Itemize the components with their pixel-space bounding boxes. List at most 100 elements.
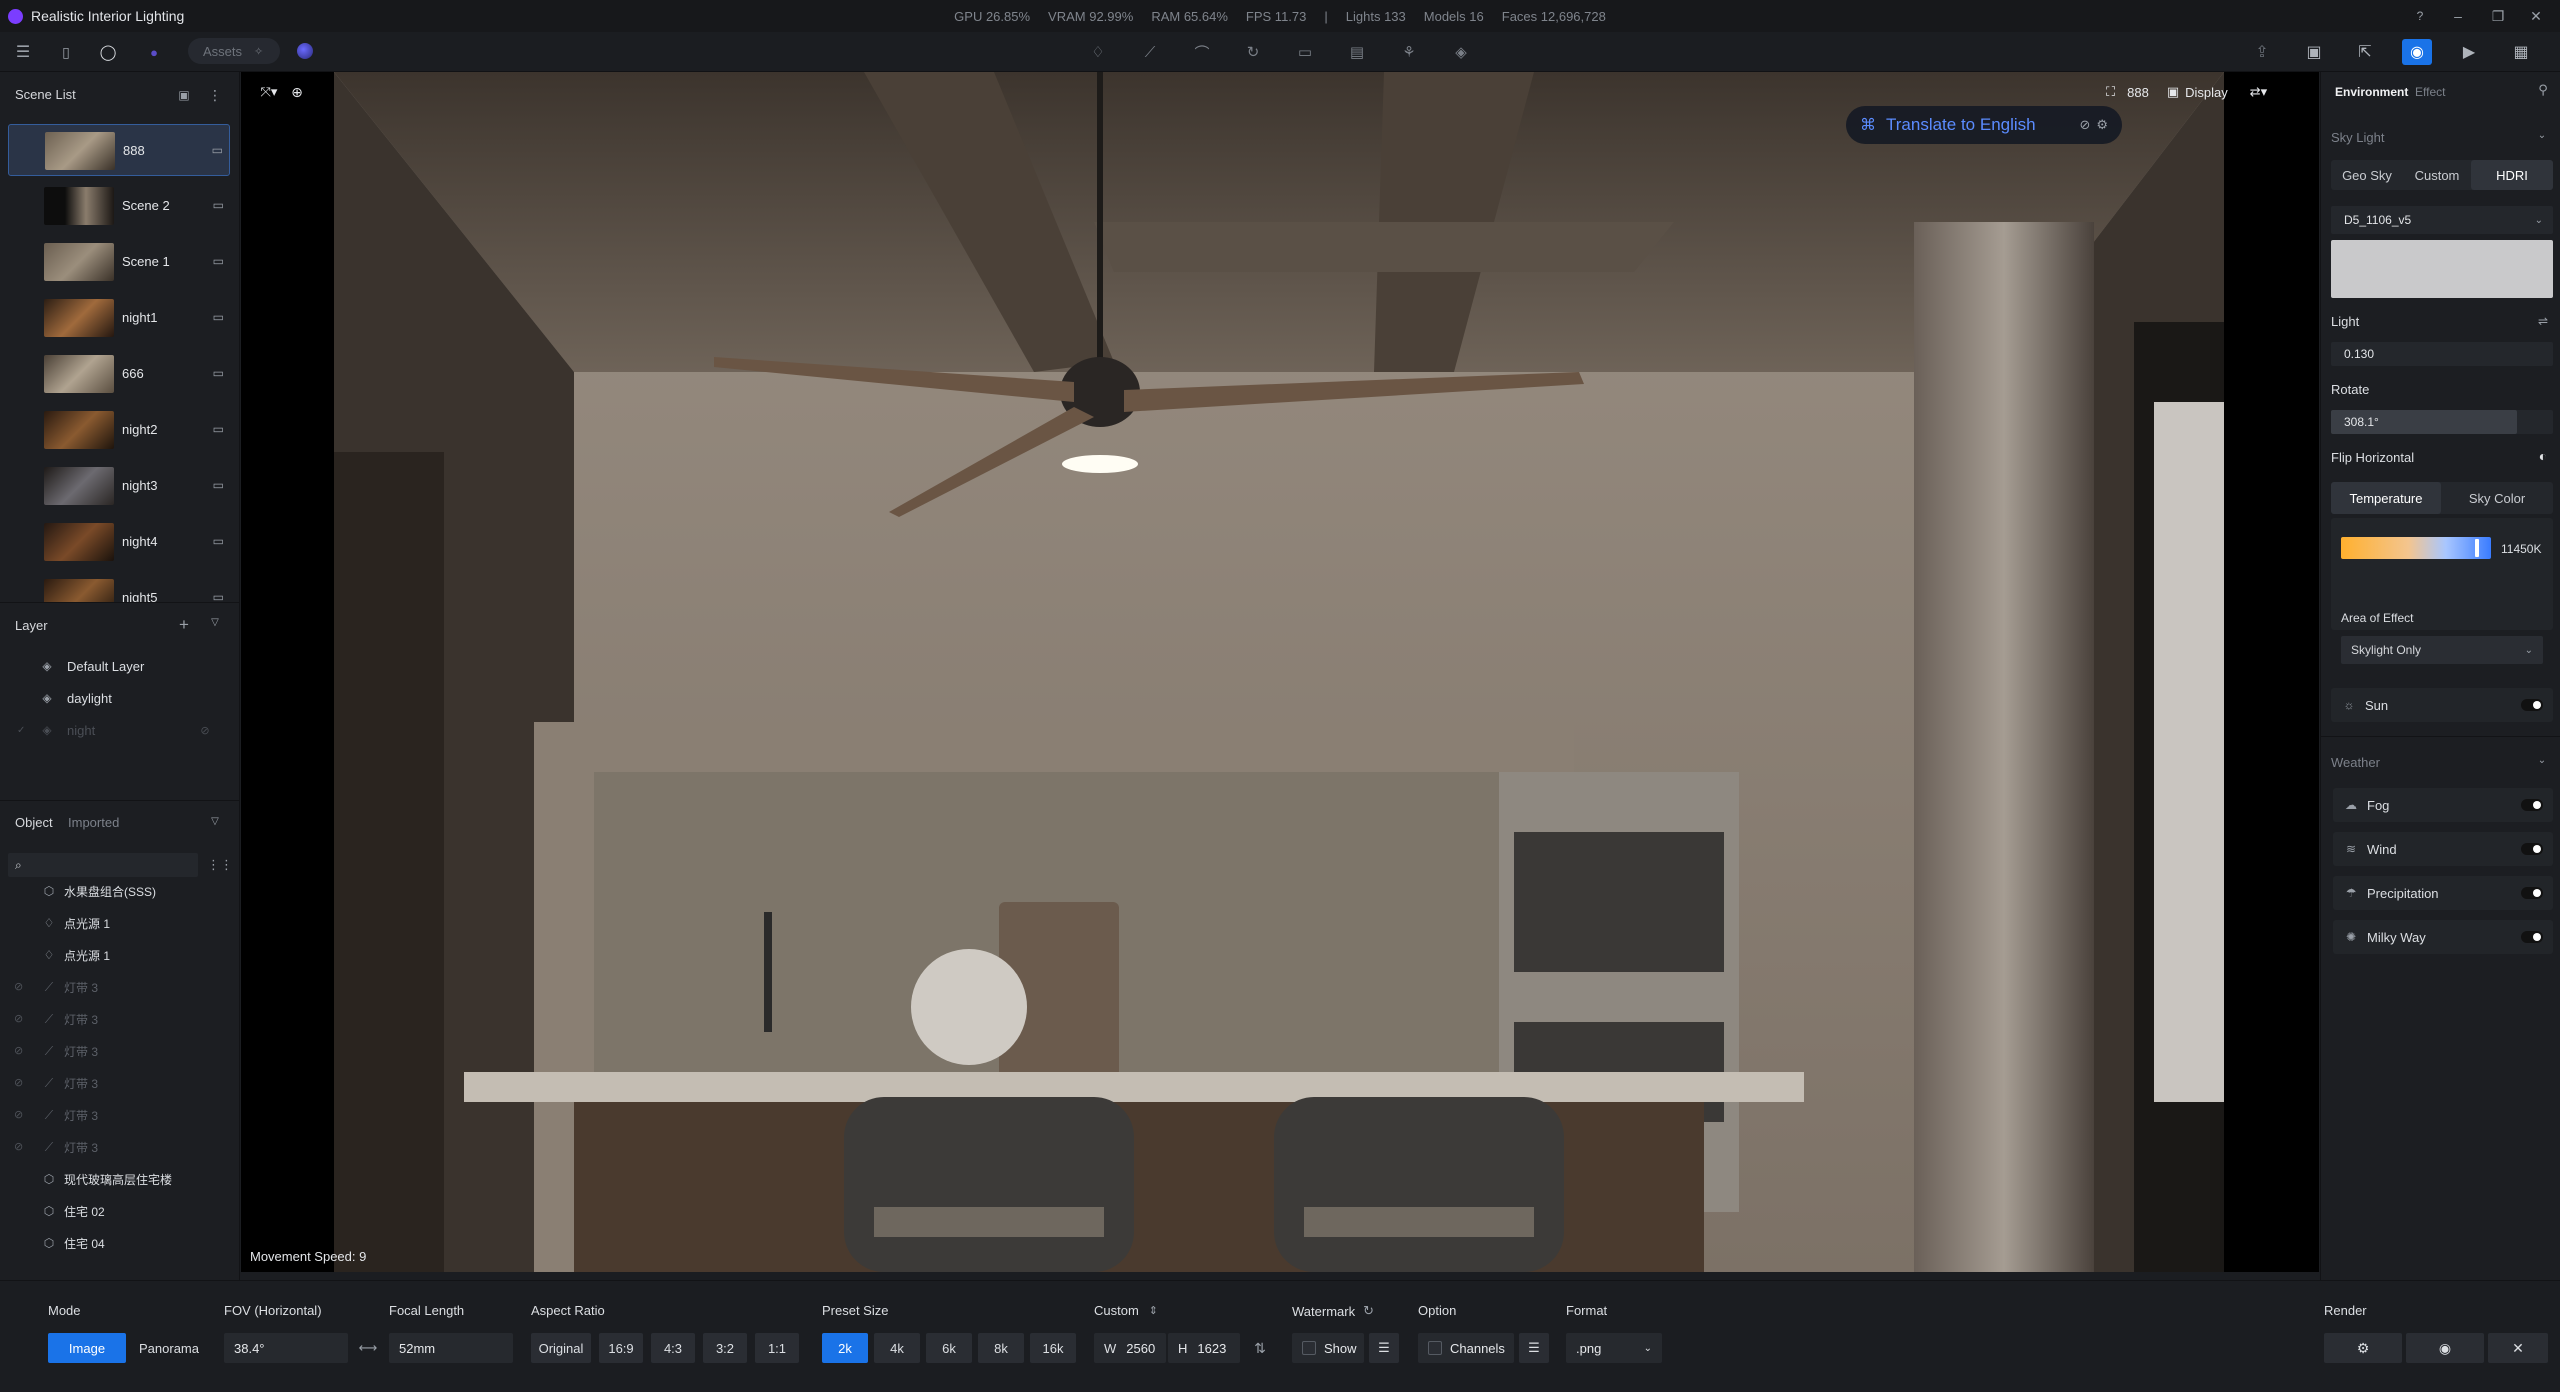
render-settings-button[interactable]: ⚙ — [2324, 1333, 2402, 1363]
swap-icon[interactable]: ⇅ — [1250, 1339, 1270, 1357]
hdri-select[interactable]: D5_1106_v5 ⌄ — [2331, 206, 2553, 234]
display-button[interactable]: Display — [2185, 85, 2228, 100]
close-render-button[interactable]: ✕ — [2488, 1333, 2548, 1363]
camera-icon[interactable]: ▭ — [213, 478, 224, 492]
scene-item[interactable]: Scene 1 ▭ — [8, 236, 230, 288]
sky-mode-geo[interactable]: Geo Sky — [2331, 160, 2403, 190]
display-icon[interactable]: ▣ — [2167, 84, 2179, 100]
milky-way-toggle[interactable] — [2521, 931, 2543, 943]
hidden-eye-icon[interactable]: ⊘ — [14, 1140, 23, 1153]
tab-environment[interactable]: Environment — [2335, 85, 2408, 99]
hidden-eye-icon[interactable]: ⊘ — [14, 1108, 23, 1121]
scene-item[interactable]: 888 ▭ — [8, 124, 230, 176]
tab-temperature[interactable]: Temperature — [2331, 482, 2441, 514]
user-avatar[interactable] — [297, 43, 313, 59]
scene-item[interactable]: night2 ▭ — [8, 404, 230, 456]
tab-object[interactable]: Object — [15, 815, 53, 830]
scene-item[interactable]: night4 ▭ — [8, 516, 230, 568]
object-filter-icon[interactable]: ▽ — [208, 816, 222, 827]
camera-icon[interactable]: ▭ — [213, 254, 224, 268]
fov-input[interactable]: 38.4° — [224, 1333, 348, 1363]
link-icon[interactable]: ⟷ — [356, 1339, 380, 1357]
hidden-eye-icon[interactable]: ⊘ — [14, 980, 23, 993]
grid-tool-icon[interactable]: ▤ — [1344, 39, 1370, 65]
aspect-option-button[interactable]: 4:3 — [651, 1333, 695, 1363]
refresh-icon[interactable]: ↻ — [1363, 1303, 1374, 1319]
object-item[interactable]: ⟋ 灯带 3 — [42, 1104, 98, 1126]
hidden-eye-icon[interactable]: ⊘ — [14, 1012, 23, 1025]
option-settings-button[interactable]: ☰ — [1519, 1333, 1549, 1363]
translate-settings-icon[interactable]: ⚙ — [2096, 117, 2108, 133]
wind-toggle[interactable] — [2521, 843, 2543, 855]
format-select[interactable]: .png ⌄ — [1566, 1333, 1662, 1363]
scene-menu-icon[interactable]: ⋮ — [208, 87, 222, 104]
hidden-eye-icon[interactable]: ⊘ — [14, 1076, 23, 1089]
camera-icon[interactable]: ▭ — [213, 422, 224, 436]
object-item[interactable]: ♢ 点光源 1 — [42, 944, 110, 966]
camera-icon[interactable]: ▭ — [212, 143, 223, 157]
preset-size-button[interactable]: 4k — [874, 1333, 920, 1363]
chat-icon[interactable]: ◯ — [98, 43, 118, 61]
sort-icon[interactable]: ⇕ — [1149, 1304, 1158, 1317]
hidden-eye-icon[interactable]: ⊘ — [198, 724, 212, 737]
restore-icon[interactable]: ❐ — [2488, 6, 2508, 26]
add-layer-icon[interactable]: + — [176, 615, 192, 635]
frame-icon[interactable]: ⛶ — [2106, 84, 2115, 100]
layers-tool-icon[interactable]: ◈ — [1448, 39, 1474, 65]
watermark-show-checkbox[interactable]: Show — [1292, 1333, 1364, 1363]
mode-panorama-button[interactable]: Panorama — [130, 1333, 208, 1363]
object-item[interactable]: ⟋ 灯带 3 — [42, 1136, 98, 1158]
object-item[interactable]: ⬡ 住宅 02 — [42, 1200, 105, 1222]
aspect-option-button[interactable]: 16:9 — [599, 1333, 643, 1363]
area-select[interactable]: Skylight Only ⌄ — [2341, 636, 2543, 664]
temperature-thumb[interactable] — [2475, 539, 2479, 557]
channels-checkbox[interactable]: Channels — [1418, 1333, 1514, 1363]
temperature-slider[interactable] — [2341, 537, 2491, 559]
object-item[interactable]: ⬡ 水果盘组合(SSS) — [42, 880, 156, 902]
checkbox[interactable] — [1302, 1341, 1316, 1355]
scene-item[interactable]: night5 ▭ — [8, 572, 230, 602]
camera-icon[interactable]: ▭ — [213, 534, 224, 548]
object-item[interactable]: ⬡ 住宅 04 — [42, 1232, 105, 1254]
camera-icon[interactable]: ▭ — [213, 590, 224, 602]
scene-item[interactable]: Scene 2 ▭ — [8, 180, 230, 232]
render-queue-icon[interactable]: ▦ — [2506, 39, 2536, 65]
hdri-preview[interactable] — [2331, 240, 2553, 298]
width-input[interactable]: W 2560 — [1094, 1333, 1166, 1363]
rotate-slider[interactable]: 308.1° — [2331, 410, 2553, 434]
adjust-icon[interactable]: ⇌ — [2535, 314, 2551, 328]
sky-mode-hdri[interactable]: HDRI — [2471, 160, 2553, 190]
globe-icon[interactable]: ⊕ — [287, 82, 307, 102]
view-options-icon[interactable]: ⇄▾ — [2250, 84, 2267, 100]
translate-banner[interactable]: ⌘ Translate to English ⊘ ⚙ — [1846, 106, 2122, 144]
file-icon[interactable]: ▯ — [56, 43, 76, 61]
object-item[interactable]: ⟋ 灯带 3 — [42, 976, 98, 998]
aspect-option-button[interactable]: Original — [531, 1333, 591, 1363]
close-window-icon[interactable]: ✕ — [2526, 6, 2546, 26]
translate-options-icon[interactable]: ⊘ — [2079, 117, 2090, 133]
sun-toggle[interactable] — [2521, 699, 2543, 711]
viewport[interactable]: ⤧▾ ⊕ — [241, 72, 2319, 1272]
tab-effect[interactable]: Effect — [2415, 85, 2445, 99]
layer-filter-icon[interactable]: ▽ — [208, 617, 222, 628]
scene-item[interactable]: night1 ▭ — [8, 292, 230, 344]
height-input[interactable]: H 1623 — [1168, 1333, 1240, 1363]
menu-icon[interactable]: ☰ — [13, 43, 33, 61]
checkbox[interactable] — [1428, 1341, 1442, 1355]
fog-toggle[interactable] — [2521, 799, 2543, 811]
layer-item[interactable]: ◈ Default Layer — [40, 654, 144, 678]
box-tool-icon[interactable]: ▭ — [1292, 39, 1318, 65]
object-item[interactable]: ⟋ 灯带 3 — [42, 1008, 98, 1030]
camera-icon[interactable]: ▭ — [213, 198, 224, 212]
export-icon[interactable]: ⇱ — [2350, 39, 2380, 65]
hidden-eye-icon[interactable]: ⊘ — [14, 1044, 23, 1057]
focal-input[interactable]: 52mm — [389, 1333, 513, 1363]
preset-size-button[interactable]: 2k — [822, 1333, 868, 1363]
chevron-down-icon[interactable]: ⌄ — [2535, 755, 2549, 766]
scene-item[interactable]: 666 ▭ — [8, 348, 230, 400]
camera-icon[interactable]: ▭ — [213, 366, 224, 380]
brush-tool-icon[interactable]: ⌒ — [1189, 39, 1215, 65]
preset-size-button[interactable]: 8k — [978, 1333, 1024, 1363]
aspect-option-button[interactable]: 1:1 — [755, 1333, 799, 1363]
object-search-input[interactable]: ⌕ — [8, 853, 198, 877]
